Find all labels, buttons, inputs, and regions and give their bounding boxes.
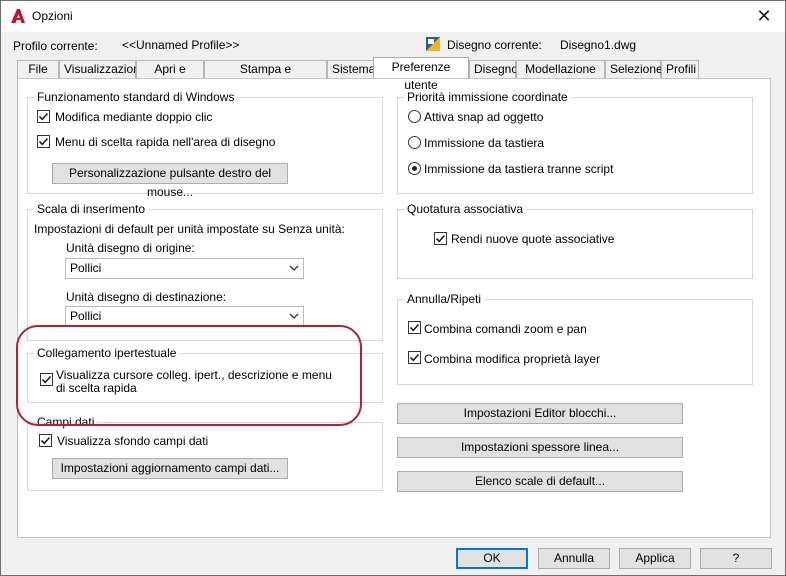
shortcut-menus-checkbox[interactable]	[37, 135, 50, 148]
profile-value: <<Unnamed Profile>>	[122, 38, 240, 52]
checkmark-icon	[40, 436, 51, 445]
checkmark-icon	[435, 234, 446, 243]
snap-radio[interactable]	[408, 110, 421, 123]
apply-button[interactable]: Applica	[619, 548, 691, 569]
keyboard-radio-label: Immissione da tastiera	[424, 136, 545, 150]
ok-button[interactable]: OK	[456, 548, 528, 569]
source-units-label: Unità disegno di origine:	[66, 241, 195, 255]
group-title: Scala di inserimento	[34, 202, 149, 216]
hyperlink-label-line1: Visualizza cursore colleg. ipert., descr…	[56, 368, 332, 382]
group-title: Campi dati	[34, 415, 98, 429]
lineweight-settings-button[interactable]: Impostazioni spessore linea...	[397, 437, 683, 458]
group-title: Funzionamento standard di Windows	[34, 90, 238, 104]
checkmark-icon	[409, 353, 420, 362]
undo-redo-group: Annulla/Ripeti	[397, 292, 753, 385]
insert-scale-description: Impostazioni di default per unità impost…	[34, 222, 345, 236]
combine-zoom-label: Combina comandi zoom e pan	[424, 322, 587, 336]
cancel-button[interactable]: Annulla	[538, 548, 610, 569]
hyperlink-label-line2: di scelta rapida	[56, 381, 137, 395]
checkmark-icon	[41, 375, 52, 384]
keyboard-radio[interactable]	[408, 136, 421, 149]
tab-modellazione-3d[interactable]: Modellazione 3D	[516, 60, 605, 93]
window-title: Opzioni	[32, 9, 73, 23]
source-units-value: Pollici	[70, 261, 102, 275]
associative-dimension-label: Rendi nuove quote associative	[451, 232, 615, 246]
help-button[interactable]: ?	[700, 548, 772, 569]
hyperlink-cursor-checkbox[interactable]	[40, 373, 53, 386]
profile-label: Profilo corrente:	[13, 39, 98, 53]
associative-dimension-checkbox[interactable]	[434, 232, 447, 245]
group-title: Quotatura associativa	[404, 202, 527, 216]
fields-group: Campi dati	[27, 415, 383, 491]
field-background-checkbox[interactable]	[39, 434, 52, 447]
tab-visualizzazione[interactable]: Visualizzazione	[59, 60, 147, 78]
tab-profili[interactable]: Profili	[661, 60, 699, 78]
shortcut-menus-label: Menu di scelta rapida nell'area di diseg…	[55, 135, 276, 149]
checkmark-icon	[38, 112, 49, 121]
tab-selezione[interactable]: Selezione	[605, 60, 663, 78]
checkmark-icon	[409, 323, 420, 332]
keyboard-except-scripts-radio[interactable]	[408, 162, 421, 175]
target-units-label: Unità disegno di destinazione:	[66, 290, 227, 304]
options-dialog: Opzioni ✕ Profilo corrente: <<Unnamed Pr…	[0, 0, 786, 576]
block-editor-settings-button[interactable]: Impostazioni Editor blocchi...	[397, 403, 683, 424]
tab-disegno[interactable]: Disegno	[469, 60, 518, 78]
drawing-value: Disegno1.dwg	[560, 38, 637, 52]
group-title: Collegamento ipertestuale	[34, 346, 180, 360]
combine-layer-checkbox[interactable]	[408, 351, 421, 364]
tab-sistema[interactable]: Sistema	[327, 60, 375, 78]
chevron-down-icon	[289, 265, 299, 271]
target-units-value: Pollici	[70, 309, 102, 323]
combine-zoom-checkbox[interactable]	[408, 321, 421, 334]
keyboard-except-scripts-label: Immissione da tastiera tranne script	[424, 162, 614, 176]
tab-preferenze-utente[interactable]: Preferenze utente	[373, 57, 469, 92]
double-click-checkbox[interactable]	[37, 110, 50, 123]
right-click-customization-button[interactable]: Personalizzazione pulsante destro del mo…	[52, 163, 288, 199]
group-title: Annulla/Ripeti	[404, 292, 485, 306]
snap-radio-label: Attiva snap ad oggetto	[424, 110, 544, 124]
field-background-label: Visualizza sfondo campi dati	[57, 434, 209, 448]
combine-layer-label: Combina modifica proprietà layer	[424, 352, 601, 366]
drawing-file-icon	[426, 37, 440, 51]
close-icon[interactable]: ✕	[751, 4, 777, 28]
title-bar: Opzioni ✕	[1, 1, 785, 32]
chevron-down-icon	[289, 313, 299, 319]
default-scale-list-button[interactable]: Elenco scale di default...	[397, 471, 683, 492]
tab-stampa[interactable]: Stampa e pubblicazione	[204, 60, 327, 93]
source-units-select[interactable]: Pollici	[65, 258, 304, 279]
double-click-label: Modifica mediante doppio clic	[55, 110, 213, 124]
autocad-icon	[11, 9, 25, 23]
drawing-label: Disegno corrente:	[447, 38, 542, 52]
tab-file[interactable]: File	[17, 60, 59, 78]
target-units-select[interactable]: Pollici	[65, 306, 304, 327]
field-update-settings-button[interactable]: Impostazioni aggiornamento campi dati...	[52, 458, 288, 479]
tab-apri-salva[interactable]: Apri e salva	[136, 60, 204, 93]
checkmark-icon	[38, 137, 49, 146]
